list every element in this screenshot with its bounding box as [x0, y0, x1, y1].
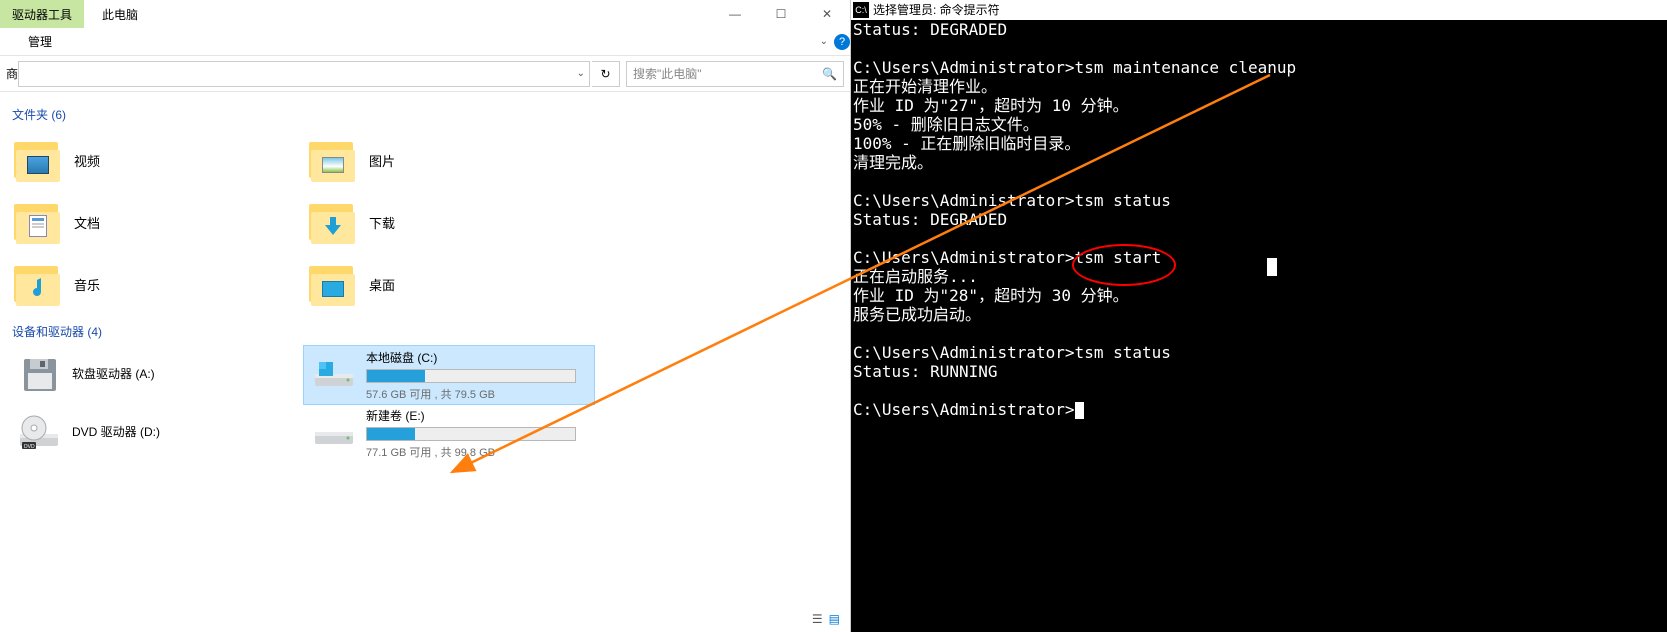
- pictures-icon: [309, 136, 357, 184]
- breadcrumb-fragment: 商: [6, 65, 18, 82]
- address-bar[interactable]: ⌄: [18, 61, 590, 87]
- tab-this-pc[interactable]: 此电脑: [84, 0, 156, 28]
- folder-label: 下载: [369, 213, 395, 232]
- terminal-line: C:\Users\Administrator>tsm maintenance c…: [853, 58, 1665, 77]
- view-large-icon[interactable]: ▤: [829, 612, 840, 626]
- svg-text:DVD: DVD: [24, 444, 35, 450]
- folder-documents[interactable]: 文档: [10, 191, 305, 253]
- videos-icon: [14, 136, 62, 184]
- folder-label: 音乐: [74, 275, 100, 294]
- explorer-content: 文件夹 (6) 视频: [0, 92, 850, 468]
- terminal-window: C:\ 选择管理员: 命令提示符 Status: DEGRADED C:\Use…: [851, 0, 1667, 632]
- dvd-icon: DVD: [18, 411, 62, 455]
- terminal-line: 清理完成。: [853, 153, 1665, 172]
- terminal-line: 服务已成功启动。: [853, 305, 1665, 324]
- folder-downloads[interactable]: 下载: [305, 191, 600, 253]
- drive-free-label: 57.6 GB 可用 , 共 79.5 GB: [366, 386, 586, 402]
- folder-label: 图片: [369, 151, 395, 170]
- drive-usage-bar: [366, 369, 576, 383]
- terminal-line: [853, 39, 1665, 58]
- tab-drive-tools[interactable]: 驱动器工具: [0, 0, 84, 28]
- ribbon-row: 管理 ⌄ ?: [0, 28, 850, 56]
- drive-usage-bar: [366, 427, 576, 441]
- nav-row: 商 ⌄ ↻ 搜索"此电脑" 🔍: [0, 56, 850, 92]
- folder-videos[interactable]: 视频: [10, 129, 305, 191]
- terminal-line: Status: DEGRADED: [853, 210, 1665, 229]
- drive-label: 软盘驱动器 (A:): [72, 365, 292, 382]
- terminal-line: [853, 324, 1665, 343]
- window-close-button[interactable]: ✕: [804, 0, 850, 28]
- terminal-line: C:\Users\Administrator>tsm status: [853, 191, 1665, 210]
- window-minimize-button[interactable]: —: [712, 0, 758, 28]
- search-placeholder: 搜索"此电脑": [633, 65, 702, 82]
- explorer-window: 驱动器工具 此电脑 — ☐ ✕ 管理 ⌄ ? 商 ⌄ ↻ 搜索"此电脑" �: [0, 0, 851, 632]
- drive-floppy-a[interactable]: 软盘驱动器 (A:): [10, 346, 300, 404]
- terminal-line: 作业 ID 为"28"，超时为 30 分钟。: [853, 286, 1665, 305]
- hdd-icon: [312, 411, 356, 455]
- documents-icon: [14, 198, 62, 246]
- desktop-icon: [309, 260, 357, 308]
- terminal-line: 作业 ID 为"27"，超时为 10 分钟。: [853, 96, 1665, 115]
- ribbon-manage-label[interactable]: 管理: [28, 33, 52, 50]
- terminal-title-icon: C:\: [853, 2, 869, 18]
- terminal-line: 50% - 删除旧日志文件。: [853, 115, 1665, 134]
- drive-label: 新建卷 (E:): [366, 407, 586, 424]
- view-details-icon[interactable]: ☰: [812, 612, 823, 626]
- folder-label: 视频: [74, 151, 100, 170]
- terminal-line: 正在开始清理作业。: [853, 77, 1665, 96]
- folder-label: 文档: [74, 213, 100, 232]
- ribbon-expand-icon[interactable]: ⌄: [820, 36, 828, 47]
- music-icon: [14, 260, 62, 308]
- terminal-cursor: [1075, 402, 1084, 419]
- downloads-icon: [309, 198, 357, 246]
- refresh-icon: ↻: [600, 67, 610, 81]
- view-mode-buttons: ☰ ▤: [812, 612, 840, 626]
- terminal-titlebar[interactable]: C:\ 选择管理员: 命令提示符: [851, 0, 1667, 20]
- folder-label: 桌面: [369, 275, 395, 294]
- terminal-line: C:\Users\Administrator>tsm start: [853, 248, 1665, 267]
- drive-free-label: 77.1 GB 可用 , 共 99.8 GB: [366, 444, 586, 460]
- refresh-button[interactable]: ↻: [592, 61, 620, 87]
- terminal-line: C:\Users\Administrator>tsm status: [853, 343, 1665, 362]
- terminal-line: [853, 172, 1665, 191]
- hdd-icon: [312, 353, 356, 397]
- folder-pictures[interactable]: 图片: [305, 129, 600, 191]
- drive-label: 本地磁盘 (C:): [366, 349, 586, 366]
- search-icon: 🔍: [822, 67, 837, 81]
- help-icon[interactable]: ?: [834, 34, 850, 50]
- ribbon-tabs: 驱动器工具 此电脑 — ☐ ✕: [0, 0, 850, 28]
- drive-dvd-d[interactable]: DVD DVD 驱动器 (D:): [10, 404, 300, 462]
- drive-label: DVD 驱动器 (D:): [72, 423, 292, 440]
- drive-volume-e[interactable]: 新建卷 (E:) 77.1 GB 可用 , 共 99.8 GB: [304, 404, 594, 462]
- section-folders-header[interactable]: 文件夹 (6): [12, 106, 840, 123]
- terminal-line: [853, 381, 1665, 400]
- terminal-line: 正在启动服务...: [853, 267, 1665, 286]
- floppy-icon: [18, 353, 62, 397]
- terminal-block-cursor: [1267, 258, 1277, 276]
- chevron-down-icon[interactable]: ⌄: [577, 68, 585, 79]
- terminal-line: Status: RUNNING: [853, 362, 1665, 381]
- search-input[interactable]: 搜索"此电脑" 🔍: [626, 61, 844, 87]
- folder-music[interactable]: 音乐: [10, 253, 305, 315]
- drive-local-c[interactable]: 本地磁盘 (C:) 57.6 GB 可用 , 共 79.5 GB: [304, 346, 594, 404]
- terminal-body[interactable]: Status: DEGRADED C:\Users\Administrator>…: [851, 20, 1667, 419]
- terminal-title-text: 选择管理员: 命令提示符: [873, 1, 1000, 20]
- section-drives-header[interactable]: 设备和驱动器 (4): [12, 323, 840, 340]
- window-maximize-button[interactable]: ☐: [758, 0, 804, 28]
- folder-desktop[interactable]: 桌面: [305, 253, 600, 315]
- terminal-line: 100% - 正在删除旧临时目录。: [853, 134, 1665, 153]
- terminal-line: C:\Users\Administrator>: [853, 400, 1665, 419]
- terminal-line: Status: DEGRADED: [853, 20, 1665, 39]
- terminal-line: [853, 229, 1665, 248]
